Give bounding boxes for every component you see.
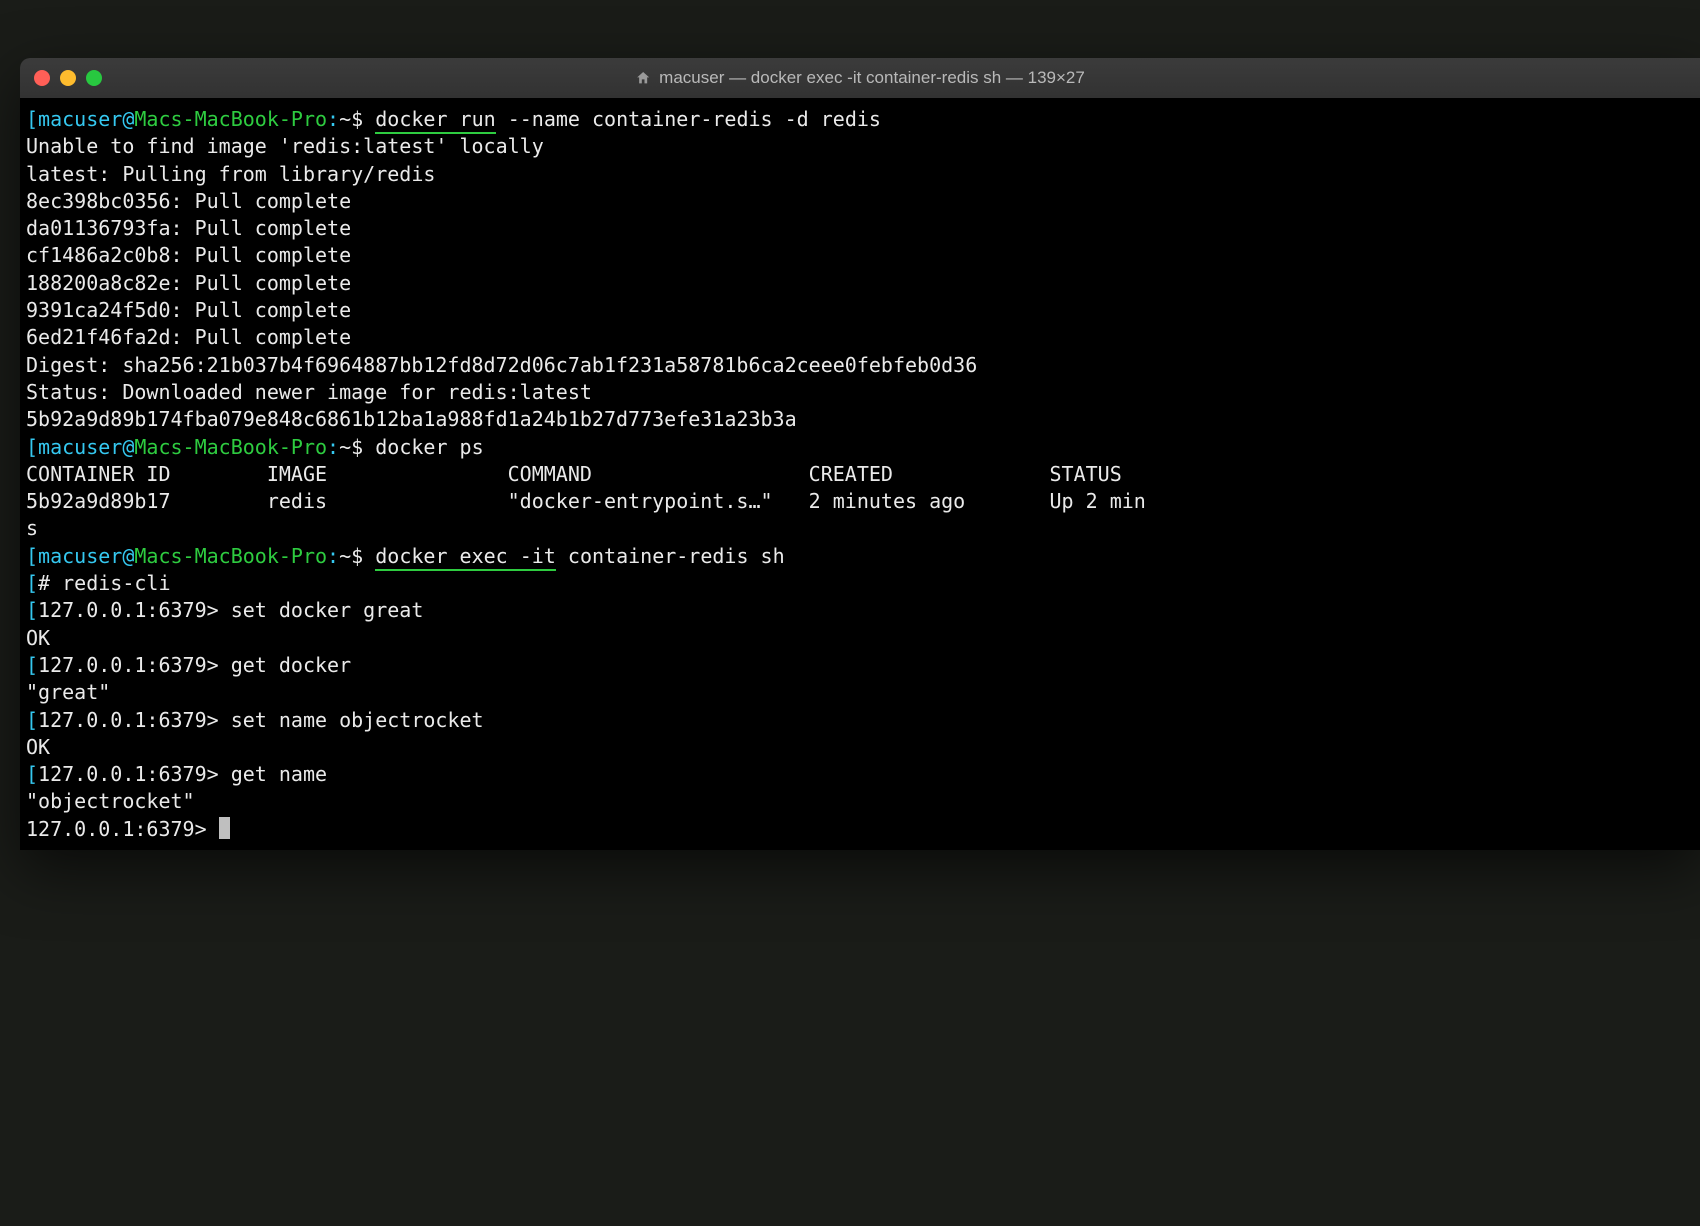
output-line: 8ec398bc0356: Pull complete	[26, 188, 1700, 215]
shell-line: "great"	[26, 679, 1700, 706]
prompt-line: [macuser@Macs-MacBook-Pro:~$ docker exec…	[26, 543, 1700, 570]
docker-ps-header: CONTAINER ID IMAGE COMMAND CREATED STATU…	[26, 461, 1700, 488]
output-line: latest: Pulling from library/redis	[26, 161, 1700, 188]
output-line: 6ed21f46fa2d: Pull complete	[26, 324, 1700, 351]
docker-ps-row: 5b92a9d89b17 redis "docker-entrypoint.s……	[26, 488, 1700, 515]
shell-line: OK	[26, 625, 1700, 652]
output-line: 188200a8c82e: Pull complete	[26, 270, 1700, 297]
shell-line: [127.0.0.1:6379> get docker	[26, 652, 1700, 679]
window-title: macuser — docker exec -it container-redi…	[635, 68, 1085, 88]
terminal-output[interactable]: [macuser@Macs-MacBook-Pro:~$ docker run …	[20, 98, 1700, 843]
shell-line: [127.0.0.1:6379> set docker great	[26, 597, 1700, 624]
window-title-text: macuser — docker exec -it container-redi…	[659, 68, 1085, 88]
shell-line: OK	[26, 734, 1700, 761]
shell-line: [127.0.0.1:6379> set name objectrocket	[26, 707, 1700, 734]
zoom-icon[interactable]	[86, 70, 102, 86]
cursor-icon	[219, 817, 230, 839]
titlebar[interactable]: macuser — docker exec -it container-redi…	[20, 58, 1700, 98]
output-line: da01136793fa: Pull complete	[26, 215, 1700, 242]
close-icon[interactable]	[34, 70, 50, 86]
output-line: Status: Downloaded newer image for redis…	[26, 379, 1700, 406]
shell-prompt[interactable]: 127.0.0.1:6379>	[26, 816, 1700, 843]
minimize-icon[interactable]	[60, 70, 76, 86]
docker-ps-command: docker ps	[375, 435, 483, 459]
prompt-line: [macuser@Macs-MacBook-Pro:~$ docker run …	[26, 106, 1700, 133]
output-line: 5b92a9d89b174fba079e848c6861b12ba1a988fd…	[26, 406, 1700, 433]
shell-line: [127.0.0.1:6379> get name	[26, 761, 1700, 788]
shell-line: "objectrocket"	[26, 788, 1700, 815]
output-line: cf1486a2c0b8: Pull complete	[26, 242, 1700, 269]
docker-exec-command: docker exec -it	[375, 544, 556, 571]
docker-run-command: docker run	[375, 107, 495, 134]
output-line: Unable to find image 'redis:latest' loca…	[26, 133, 1700, 160]
terminal-window: macuser — docker exec -it container-redi…	[20, 58, 1700, 850]
output-line: Digest: sha256:21b037b4f6964887bb12fd8d7…	[26, 352, 1700, 379]
output-line: 9391ca24f5d0: Pull complete	[26, 297, 1700, 324]
docker-ps-row: s	[26, 515, 1700, 542]
shell-line: [# redis-cli	[26, 570, 1700, 597]
window-controls	[34, 70, 102, 86]
prompt-line: [macuser@Macs-MacBook-Pro:~$ docker ps	[26, 434, 1700, 461]
home-icon	[635, 70, 651, 86]
